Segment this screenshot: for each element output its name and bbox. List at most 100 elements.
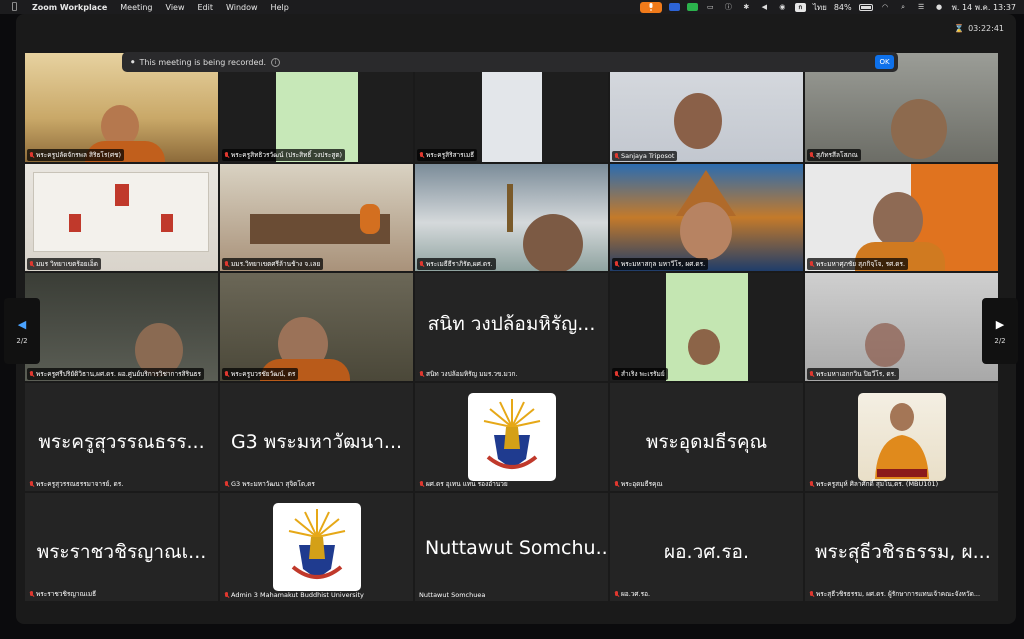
recording-notice: This meeting is being recorded. <box>139 57 267 67</box>
video-tile[interactable]: Nuttawut Somchu... Nuttawut Somchuea <box>415 493 608 601</box>
previous-page-button[interactable]: ◀ 2/2 <box>4 298 40 364</box>
mic-muted-icon <box>809 151 814 159</box>
participant-name: พระครูสิริสารเมธี <box>417 149 478 161</box>
video-tile[interactable]: พระเมธีธีราภิรัต,ผศ.ดร. <box>415 164 608 271</box>
input-language[interactable]: ไทย <box>813 1 827 14</box>
input-source-icon[interactable]: ก <box>794 2 806 12</box>
mic-icon[interactable] <box>639 1 662 13</box>
video-tile[interactable]: พระครูบวรชัยวัฒน์, ดร <box>220 273 413 381</box>
video-tile[interactable]: พระครูสมุห์ ศิลาศักดิ์ สุมโน,ดร. (MBU101… <box>805 383 998 491</box>
mic-muted-icon <box>419 260 424 268</box>
battery-icon[interactable] <box>858 3 873 11</box>
app-name-menu[interactable]: Zoom Workplace <box>32 3 107 12</box>
participant-display-name: พระราชวชิรญาณเ... <box>36 541 207 563</box>
menu-view[interactable]: View <box>166 3 185 12</box>
participant-name: พระครูสิทธิวรวัฒน์ (ประสิทธิ์ วงประสูต) <box>222 149 346 161</box>
participant-name: พระครูสุวรรณธรรมาจารย์, ดร. <box>27 478 126 490</box>
participant-name: G3 พระมหาวัฒนา สุจิตโต,ดร <box>222 478 318 490</box>
participant-name: พระราชวชิรญาณเมธี <box>27 588 99 600</box>
participant-name: สนิท วงปล้อมหิรัญ มมร.วข.มวก. <box>417 368 521 380</box>
video-tile[interactable]: มมร วิทยาเขตร้อยเอ็ด <box>25 164 218 271</box>
mic-muted-icon <box>614 152 619 160</box>
next-page-button[interactable]: ▶ 2/2 <box>982 298 1018 364</box>
participant-name: สุภัทรสีลโสภณ <box>807 149 861 161</box>
mic-muted-icon <box>224 591 229 599</box>
participant-name: ผอ.วศ.รอ. <box>612 588 653 600</box>
video-tile[interactable]: พระมหาเอกกวิน ปิยวีโร, ดร. <box>805 273 998 381</box>
page-indicator: 2/2 <box>994 336 1006 345</box>
participant-name: พระมหาศุภชัย สุภกิจฺโจ, รศ.ดร. <box>807 258 909 270</box>
mic-muted-icon <box>809 590 814 598</box>
zoom-icon[interactable]: ◉ <box>777 3 788 12</box>
wifi-icon[interactable]: ◠ <box>880 3 891 12</box>
menu-window[interactable]: Window <box>226 3 258 12</box>
menu-meeting[interactable]: Meeting <box>120 3 152 12</box>
video-tile[interactable]: พระมหาสกุล มหาวีโร, ผศ.ดร. <box>610 164 803 271</box>
menu-edit[interactable]: Edit <box>198 3 214 12</box>
volume-icon[interactable]: ◀ <box>759 3 770 12</box>
video-tile[interactable]: พระครูสุวรรณธรร... พระครูสุวรรณธรรมาจารย… <box>25 383 218 491</box>
video-tile[interactable]: สนิท วงปล้อมหิรัญ... สนิท วงปล้อมหิรัญ ม… <box>415 273 608 381</box>
menu-bar:  Zoom Workplace Meeting View Edit Windo… <box>0 0 1024 14</box>
mic-muted-icon <box>224 480 229 488</box>
info-icon[interactable]: ⓘ <box>723 3 734 12</box>
participant-name: พระครูศรีปริยัติวิธาน,ผศ.ดร. ผอ.ศูนย์บริ… <box>27 368 204 380</box>
video-tile[interactable]: พระราชวชิรญาณเ... พระราชวชิรญาณเมธี <box>25 493 218 601</box>
video-tile[interactable]: พระสุธีวชิรธรรม, ผ... พระสุธีวชิรธรรม, ผ… <box>805 493 998 601</box>
sound-icon[interactable] <box>668 3 680 11</box>
page-indicator: 2/2 <box>16 336 28 345</box>
video-tile[interactable]: พระอุดมธีรคุณ พระอุดมธีรคุณ <box>610 383 803 491</box>
participant-name: พระอุดมธีรคุณ <box>612 478 666 490</box>
video-tile[interactable]: มมร.วิทยาเขตศรีล้านช้าง จ.เลย <box>220 164 413 271</box>
ok-button[interactable]: OK <box>875 55 894 69</box>
participant-name: พระครูสมุห์ ศิลาศักดิ์ สุมโน,ดร. (MBU101… <box>807 478 941 490</box>
mic-muted-icon <box>29 151 34 159</box>
menu-help[interactable]: Help <box>271 3 289 12</box>
participant-name: มมร.วิทยาเขตศรีล้านช้าง จ.เลย <box>222 258 324 270</box>
screen-icon[interactable]: ▭ <box>705 3 716 12</box>
video-tile[interactable]: สำเริง พะเรรัมย์ <box>610 273 803 381</box>
line-icon[interactable] <box>686 3 698 11</box>
mic-muted-icon <box>809 370 814 378</box>
participant-name: Nuttawut Somchuea <box>419 591 486 599</box>
timer-text: 03:22:41 <box>968 24 1004 33</box>
participant-display-name: พระอุดมธีรคุณ <box>645 431 768 453</box>
recording-icon: ⏺ <box>131 57 135 66</box>
participant-name: พระมหาสกุล มหาวีโร, ผศ.ดร. <box>612 258 709 270</box>
video-tile[interactable]: พระครูศรีปริยัติวิธาน,ผศ.ดร. ผอ.ศูนย์บริ… <box>25 273 218 381</box>
mic-muted-icon <box>419 480 424 488</box>
mic-muted-icon <box>614 590 619 598</box>
video-tile[interactable]: พระมหาศุภชัย สุภกิจฺโจ, รศ.ดร. <box>805 164 998 271</box>
participant-name: พระมหาเอกกวิน ปิยวีโร, ดร. <box>807 368 900 380</box>
search-icon[interactable]: ⌕ <box>898 3 909 12</box>
date-time[interactable]: พ. 14 พ.ค. 13:37 <box>952 1 1016 14</box>
university-emblem-icon <box>273 503 361 591</box>
participant-name: Admin 3 Mahamakut Buddhist University <box>222 590 367 600</box>
recording-banner: ⏺ This meeting is being recorded. i OK <box>122 52 898 72</box>
control-center-icon[interactable]: ☰ <box>916 3 927 12</box>
university-emblem-icon <box>468 393 556 481</box>
siri-icon[interactable]: ● <box>934 3 945 12</box>
participant-display-name: Nuttawut Somchu... <box>425 537 608 559</box>
mic-muted-icon <box>224 370 229 378</box>
mic-muted-icon <box>29 480 34 488</box>
video-tile[interactable]: ผศ.ดร อุเทน แทน รองอ้ำนวย <box>415 383 608 491</box>
info-icon[interactable]: i <box>271 57 281 67</box>
participant-display-name: พระสุธีวชิรธรรม, ผ... <box>815 541 991 563</box>
participant-photo <box>858 393 946 481</box>
mic-muted-icon <box>419 370 424 378</box>
video-tile[interactable]: Admin 3 Mahamakut Buddhist University <box>220 493 413 601</box>
video-tile[interactable]: G3 พระมหาวัฒนา... G3 พระมหาวัฒนา สุจิตโต… <box>220 383 413 491</box>
mic-muted-icon <box>614 260 619 268</box>
hourglass-icon: ⌛ <box>954 24 965 33</box>
mic-muted-icon <box>29 590 34 598</box>
video-tile[interactable]: ผอ.วศ.รอ. ผอ.วศ.รอ. <box>610 493 803 601</box>
apple-icon[interactable]:  <box>10 2 19 12</box>
participant-name: พระครูบวรชัยวัฒน์, ดร <box>222 368 299 380</box>
meeting-timer[interactable]: ⌛ 03:22:41 <box>954 24 1004 33</box>
bluetooth-icon[interactable]: ✱ <box>741 3 752 12</box>
participant-name: พระสุธีวชิรธรรม, ผศ.ดร. ผู้รักษาการแทนเจ… <box>807 588 983 600</box>
participant-name: พระครูปลัดจักรพล สิริธโร(ศช) <box>27 149 125 161</box>
participant-name: พระเมธีธีราภิรัต,ผศ.ดร. <box>417 258 496 270</box>
mic-muted-icon <box>809 480 814 488</box>
